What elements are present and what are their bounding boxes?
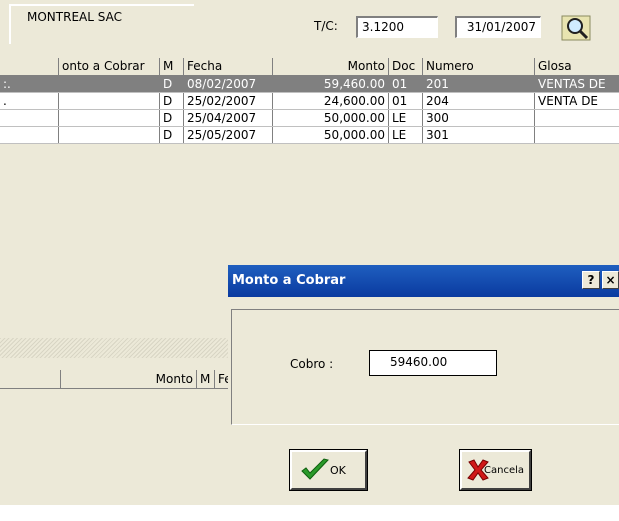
cell-doc: LE xyxy=(388,110,422,126)
cell-monto-cobrar xyxy=(58,127,159,143)
col-header-m[interactable]: M xyxy=(159,58,183,75)
tc-input[interactable]: 3.1200 xyxy=(356,16,438,38)
checkmark-icon xyxy=(301,458,329,480)
cobro-label: Cobro : xyxy=(290,357,334,371)
col-header-numero[interactable]: Numero xyxy=(422,58,534,75)
close-button[interactable]: × xyxy=(602,271,619,289)
cell-numero: 204 xyxy=(422,93,534,109)
cell-doc: LE xyxy=(388,127,422,143)
cell-c0 xyxy=(0,127,58,143)
cell-monto: 50,000.00 xyxy=(272,127,388,143)
cancel-label: Cancela xyxy=(484,465,525,476)
top-bar: MONTREAL SAC T/C: 3.1200 31/01/2007 xyxy=(0,0,619,50)
cell-m: D xyxy=(159,76,183,92)
tc-label: T/C: xyxy=(314,19,338,33)
cell-m: D xyxy=(159,127,183,143)
hatched-divider xyxy=(0,338,229,358)
grid-header: onto a Cobrar M Fecha Monto Doc Numero G… xyxy=(0,58,619,76)
documents-grid: onto a Cobrar M Fecha Monto Doc Numero G… xyxy=(0,58,619,144)
table-row[interactable]: D 25/05/2007 50,000.00 LE 301 xyxy=(0,127,619,144)
cell-c0: :. xyxy=(3,77,11,91)
ok-label: OK xyxy=(330,464,346,477)
cell-monto: 59,460.00 xyxy=(272,76,388,92)
ok-button[interactable]: OK xyxy=(289,449,368,491)
col2-header-fecha[interactable]: Fe xyxy=(214,370,229,388)
cell-fecha: 08/02/2007 xyxy=(183,76,272,92)
cell-fecha: 25/02/2007 xyxy=(183,93,272,109)
cell-fecha: 25/04/2007 xyxy=(183,110,272,126)
cancel-button[interactable]: Cancela xyxy=(459,449,532,491)
col2-header-monto[interactable]: Monto xyxy=(60,370,196,388)
dialog-title: Monto a Cobrar xyxy=(232,273,346,288)
cell-glosa: VENTA DE xyxy=(534,93,619,109)
cell-numero: 301 xyxy=(422,127,534,143)
cell-monto-cobrar xyxy=(58,76,159,92)
table-row[interactable]: D 25/04/2007 50,000.00 LE 300 xyxy=(0,110,619,127)
cell-numero: 300 xyxy=(422,110,534,126)
cell-monto: 50,000.00 xyxy=(272,110,388,126)
cell-doc: 01 xyxy=(388,93,422,109)
search-magnifier-icon[interactable] xyxy=(560,12,594,44)
cell-glosa xyxy=(534,127,619,143)
cell-monto-cobrar xyxy=(58,93,159,109)
client-name: MONTREAL SAC xyxy=(9,4,194,44)
col-header-0[interactable] xyxy=(0,58,58,75)
monto-a-cobrar-dialog: Monto a Cobrar ? × Cobro : 59460.00 OK C… xyxy=(228,265,619,505)
cell-m: D xyxy=(159,110,183,126)
col-header-monto[interactable]: Monto xyxy=(272,58,388,75)
table-row[interactable]: :. D 08/02/2007 59,460.00 01 201 VENTAS … xyxy=(0,76,619,93)
bottom-strip xyxy=(0,505,619,521)
col-header-glosa[interactable]: Glosa xyxy=(534,58,619,75)
date-input[interactable]: 31/01/2007 xyxy=(455,16,541,38)
cell-glosa: VENTAS DE xyxy=(534,76,619,92)
cell-glosa xyxy=(534,110,619,126)
cell-doc: 01 xyxy=(388,76,422,92)
table-row[interactable]: . D 25/02/2007 24,600.00 01 204 VENTA DE xyxy=(0,93,619,110)
col2-header-m[interactable]: M xyxy=(196,370,214,388)
cell-c0: . xyxy=(3,94,7,108)
cell-monto-cobrar xyxy=(58,110,159,126)
col-header-fecha[interactable]: Fecha xyxy=(183,58,272,75)
cell-fecha: 25/05/2007 xyxy=(183,127,272,143)
col-header-doc[interactable]: Doc xyxy=(388,58,422,75)
cell-m: D xyxy=(159,93,183,109)
help-button[interactable]: ? xyxy=(582,271,600,289)
cell-c0 xyxy=(0,110,58,126)
payments-grid-header: Monto M Fe xyxy=(0,370,229,389)
col2-header-0[interactable] xyxy=(0,370,60,388)
cell-numero: 201 xyxy=(422,76,534,92)
dialog-title-bar[interactable]: Monto a Cobrar xyxy=(228,265,619,297)
cobro-input[interactable]: 59460.00 xyxy=(369,350,497,376)
cell-monto: 24,600.00 xyxy=(272,93,388,109)
col-header-monto-cobrar[interactable]: onto a Cobrar xyxy=(58,58,159,75)
